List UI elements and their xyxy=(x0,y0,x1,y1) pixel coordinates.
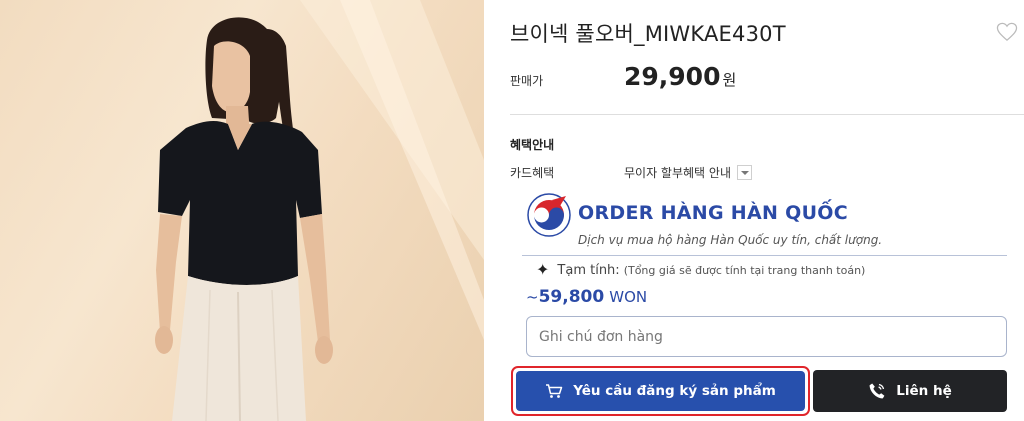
product-title: 브이넥 풀오버_MIWKAE430T xyxy=(510,22,786,46)
contact-button[interactable]: Liên hệ xyxy=(813,370,1007,412)
sparkle-icon: ✦ xyxy=(536,260,550,279)
card-benefit-text: 무이자 할부혜택 안내 xyxy=(624,166,731,180)
price-label: 판매가 xyxy=(510,74,544,88)
order-divider xyxy=(522,255,1007,256)
estimate-row: ✦ Tạm tính: (Tổng giá sẽ được tính tại t… xyxy=(536,262,865,278)
price-value: 29,900 xyxy=(624,62,721,91)
total-prefix: ~ xyxy=(526,288,539,306)
request-button-highlight: Yêu cầu đăng ký sản phẩm xyxy=(511,366,810,416)
logo-icon xyxy=(527,193,571,237)
benefit-title: 혜택안내 xyxy=(510,138,555,152)
price: 29,900 원 xyxy=(624,62,736,91)
contact-button-label: Liên hệ xyxy=(896,383,952,399)
phone-icon xyxy=(869,383,885,399)
estimate-label: Tạm tính: xyxy=(557,262,620,278)
price-unit: 원 xyxy=(722,71,737,89)
brand-tagline: Dịch vụ mua hộ hàng Hàn Quốc uy tín, chấ… xyxy=(578,233,883,247)
estimate-note: (Tổng giá sẽ được tính tại trang thanh t… xyxy=(623,263,866,277)
order-service-header: ORDER HÀNG HÀN QUỐC Dịch vụ mua hộ hàng … xyxy=(522,190,1008,258)
estimated-total: ~59,800 WON xyxy=(526,287,647,307)
product-info-panel: 브이넥 풀오버_MIWKAE430T 판매가 29,900 원 혜택안내 카드혜택… xyxy=(484,0,1024,421)
request-product-button[interactable]: Yêu cầu đăng ký sản phẩm xyxy=(516,371,805,411)
cart-icon xyxy=(546,384,563,398)
total-unit: WON xyxy=(609,288,648,306)
order-note-input[interactable] xyxy=(526,316,1007,357)
model-illustration xyxy=(155,0,484,421)
chevron-down-icon[interactable] xyxy=(737,165,752,180)
heart-icon[interactable] xyxy=(996,22,1018,42)
brand-name: ORDER HÀNG HÀN QUỐC xyxy=(578,202,848,224)
card-benefit-label: 카드혜택 xyxy=(510,166,555,180)
card-benefit-info: 무이자 할부혜택 안내 xyxy=(624,164,752,181)
product-photo[interactable] xyxy=(0,0,484,421)
request-button-label: Yêu cầu đăng ký sản phẩm xyxy=(573,383,776,399)
total-value: 59,800 xyxy=(538,287,605,307)
divider xyxy=(510,114,1024,115)
